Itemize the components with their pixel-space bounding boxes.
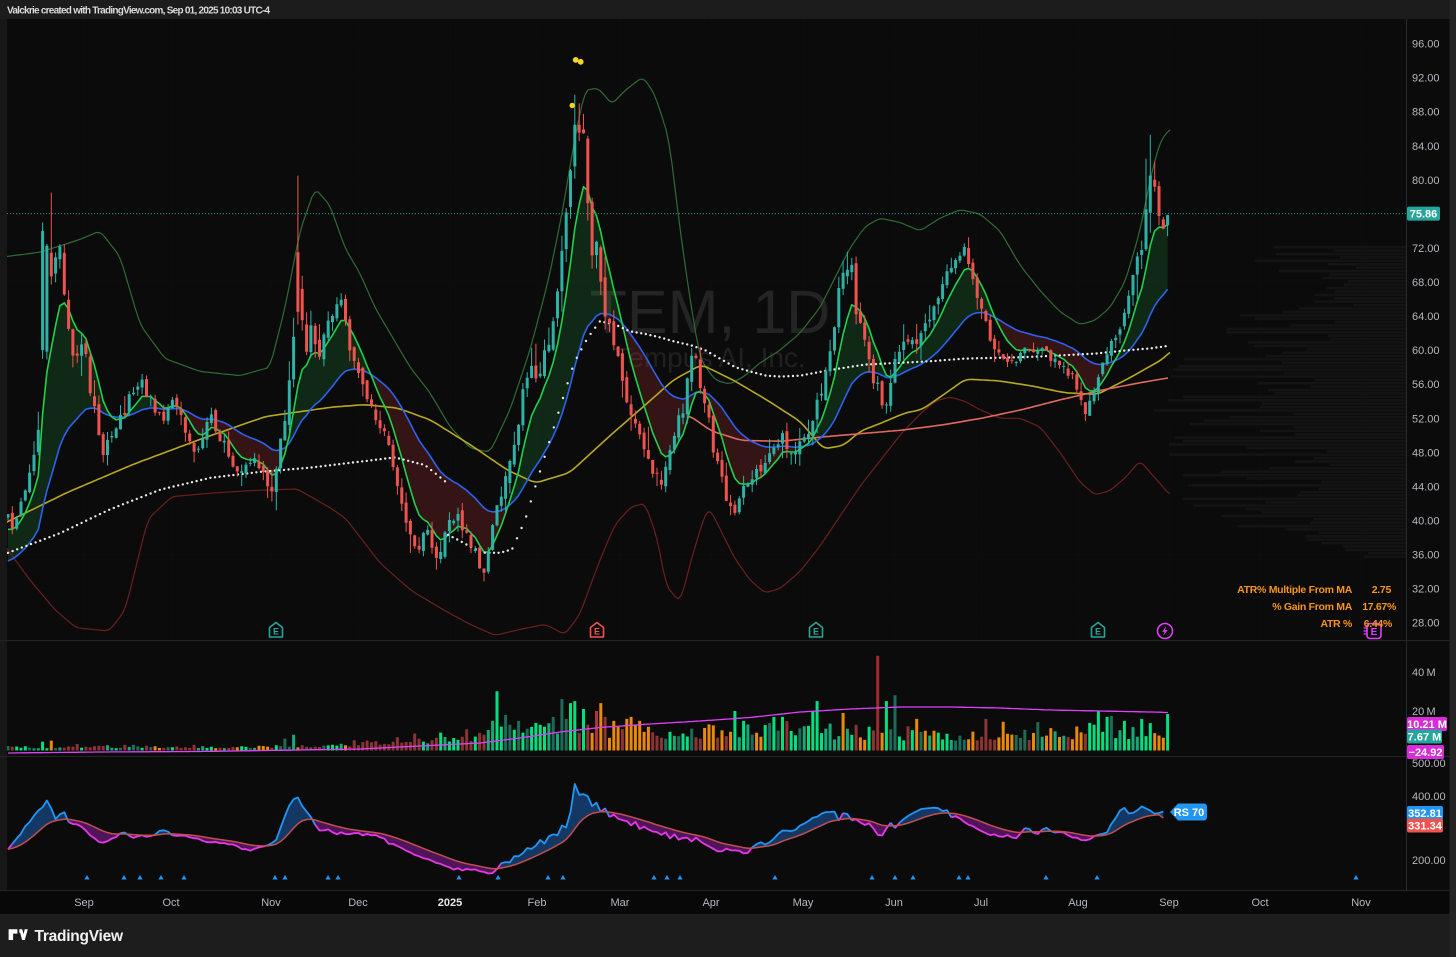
svg-text:32.00: 32.00 [1412,584,1440,596]
svg-text:Aug: Aug [1068,897,1088,909]
svg-text:Feb: Feb [528,897,547,909]
svg-text:200.00: 200.00 [1412,855,1446,867]
svg-text:40.00: 40.00 [1412,515,1440,527]
svg-text:E: E [273,627,279,637]
svg-text:−24.92: −24.92 [1409,747,1443,759]
svg-text:Dec: Dec [348,897,368,909]
svg-text:Jul: Jul [974,897,988,909]
svg-text:96.00: 96.00 [1412,39,1440,51]
svg-text:E: E [594,627,600,637]
svg-text:92.00: 92.00 [1412,73,1440,85]
svg-text:May: May [793,897,814,909]
svg-text:52.00: 52.00 [1412,413,1440,425]
svg-text:Oct: Oct [162,897,179,909]
svg-text:72.00: 72.00 [1412,243,1440,255]
svg-text:ATR %: ATR % [1320,618,1353,630]
svg-text:Sep: Sep [74,897,94,909]
svg-text:84.00: 84.00 [1412,141,1440,153]
svg-text:40 M: 40 M [1412,667,1436,679]
svg-text:48.00: 48.00 [1412,447,1440,459]
svg-text:75.86: 75.86 [1410,209,1438,221]
svg-text:RS 70: RS 70 [1174,807,1205,819]
svg-text:28.00: 28.00 [1412,618,1440,630]
svg-text:2025: 2025 [438,897,462,909]
svg-text:TradingView: TradingView [35,928,124,945]
svg-text:60.00: 60.00 [1412,345,1440,357]
svg-text:36.00: 36.00 [1412,550,1440,562]
svg-text:17.67%: 17.67% [1362,601,1397,613]
svg-text:7.67 M: 7.67 M [1408,732,1442,744]
svg-text:400.00: 400.00 [1412,791,1446,803]
svg-text:44.00: 44.00 [1412,481,1440,493]
svg-text:E: E [1095,627,1101,637]
svg-text:2.75: 2.75 [1372,584,1392,596]
svg-text:88.00: 88.00 [1412,107,1440,119]
svg-text:20 M: 20 M [1412,706,1436,718]
svg-text:331.34: 331.34 [1408,821,1443,833]
svg-text:6.44%: 6.44% [1364,618,1393,630]
svg-text:10.21 M: 10.21 M [1407,719,1447,731]
svg-text:Sep: Sep [1159,897,1179,909]
svg-text:Nov: Nov [1351,897,1371,909]
svg-text:Mar: Mar [611,897,630,909]
svg-text:56.00: 56.00 [1412,379,1440,391]
svg-text:500.00: 500.00 [1412,758,1446,770]
svg-text:Oct: Oct [1251,897,1268,909]
svg-text:ATR% Multiple From MA: ATR% Multiple From MA [1237,584,1353,596]
svg-text:Nov: Nov [261,897,281,909]
svg-text:E: E [813,627,819,637]
svg-text:80.00: 80.00 [1412,175,1440,187]
svg-text:% Gain From MA: % Gain From MA [1272,601,1353,613]
svg-text:Valckrie created with TradingV: Valckrie created with TradingView.com, S… [7,6,271,17]
svg-text:68.00: 68.00 [1412,277,1440,289]
svg-text:352.81: 352.81 [1408,808,1442,820]
svg-text:64.00: 64.00 [1412,311,1440,323]
svg-text:Jun: Jun [885,897,903,909]
svg-text:Apr: Apr [702,897,719,909]
